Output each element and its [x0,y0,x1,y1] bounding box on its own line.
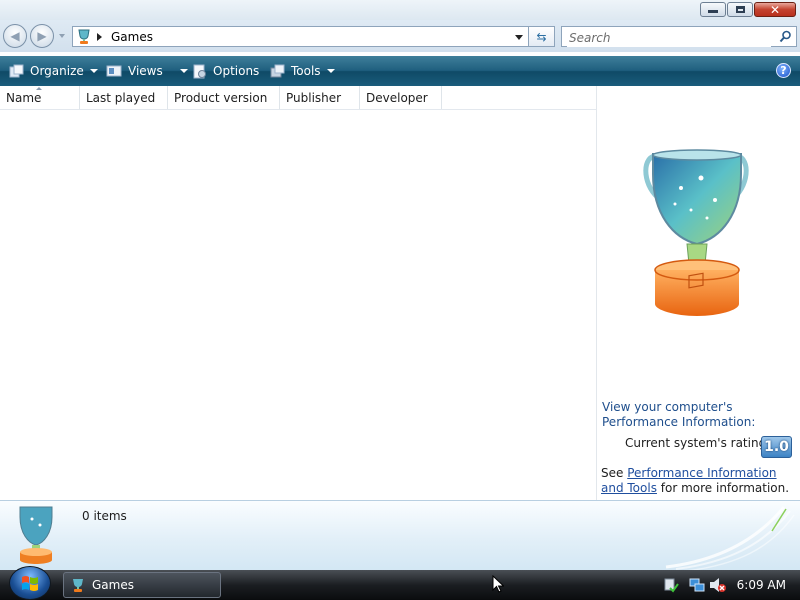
network-icon[interactable] [689,577,705,593]
tools-label: Tools [291,64,321,78]
decorative-swoosh [665,506,795,571]
column-header-label: Publisher [286,91,342,105]
forward-button[interactable]: ▶ [30,24,54,48]
column-header-publisher[interactable]: Publisher [280,86,360,109]
perf-info-note: See Performance Information and Tools fo… [601,466,797,496]
address-row: ◀ ▶ Games ⇆ [0,20,800,52]
breadcrumb-games[interactable]: Games [111,30,153,44]
system-tray: 6:09 AM [663,570,800,600]
options-label: Options [213,64,260,78]
forward-arrow-icon: ▶ [37,29,47,43]
recent-pages-dropdown[interactable] [59,34,65,38]
organize-menu[interactable]: Organize [9,62,98,80]
taskbar: Games 6:09 AM [0,566,800,600]
column-header-last-played[interactable]: Last played [80,86,168,109]
trophy-icon [78,29,90,44]
search-icon[interactable] [779,30,792,43]
tools-caret-icon [326,69,335,73]
search-box[interactable] [561,26,797,47]
tools-menu[interactable]: Tools [270,62,335,80]
tools-icon [270,64,285,77]
views-label: Views [128,64,163,78]
organize-label: Organize [30,64,84,78]
sort-ascending-icon [36,87,42,90]
back-button[interactable]: ◀ [3,24,27,48]
column-header-label: Developer [366,91,428,105]
search-input[interactable] [567,28,771,47]
start-button[interactable] [9,566,51,600]
address-dropdown-icon[interactable] [515,35,523,40]
back-arrow-icon: ◀ [10,29,20,43]
rating-label: Current system's rating: [625,436,771,450]
column-header-developer[interactable]: Developer [360,86,442,109]
refresh-icon: ⇆ [536,29,547,44]
refresh-button[interactable]: ⇆ [528,26,555,47]
mouse-cursor-icon [492,575,504,593]
trophy-icon [73,578,83,592]
views-icon [106,65,122,77]
views-caret-icon [179,69,188,73]
command-bar: Organize Views Options Tools ? [0,56,800,86]
minimize-button[interactable] [700,2,726,17]
column-header-row: Name Last played Product version Publish… [0,86,596,110]
maximize-button[interactable] [727,2,753,17]
details-pane: 0 items [0,500,800,571]
address-bar[interactable]: Games [72,26,554,47]
column-header-name[interactable]: Name [0,86,80,109]
games-folder-icon [19,506,53,564]
title-bar: ✕ [0,0,800,20]
window-controls: ✕ [699,2,796,17]
views-menu[interactable]: Views [106,62,188,80]
preview-pane: View your computer's Performance Informa… [596,86,800,500]
column-header-label: Last played [86,91,156,105]
item-count: 0 items [82,509,127,523]
close-icon: ✕ [769,2,781,17]
help-icon: ? [780,64,787,77]
perf-info-title: View your computer's Performance Informa… [602,400,756,429]
clock[interactable]: 6:09 AM [737,578,786,592]
help-button[interactable]: ? [776,63,791,78]
see-prefix: See [601,466,624,480]
column-header-product-version[interactable]: Product version [168,86,280,109]
options-button[interactable]: Options [192,62,259,80]
games-trophy-icon [643,149,749,316]
breadcrumb-separator-icon [97,33,102,41]
minimize-icon [708,10,718,13]
organize-caret-icon [89,69,98,73]
windows-logo-icon [22,576,38,591]
volume-muted-icon[interactable] [709,577,727,593]
security-check-icon[interactable] [663,577,679,593]
file-list[interactable] [0,110,596,500]
see-suffix: for more information. [660,481,790,495]
maximize-icon [735,6,745,13]
options-icon [193,64,206,78]
rating-badge[interactable]: 1.0 [761,436,792,458]
taskbar-button-label: Games [92,578,134,592]
column-header-label: Product version [174,91,268,105]
column-header-label: Name [6,91,42,105]
taskbar-games-button[interactable]: Games [63,572,221,598]
close-button[interactable]: ✕ [754,2,796,17]
organize-icon [9,64,24,78]
